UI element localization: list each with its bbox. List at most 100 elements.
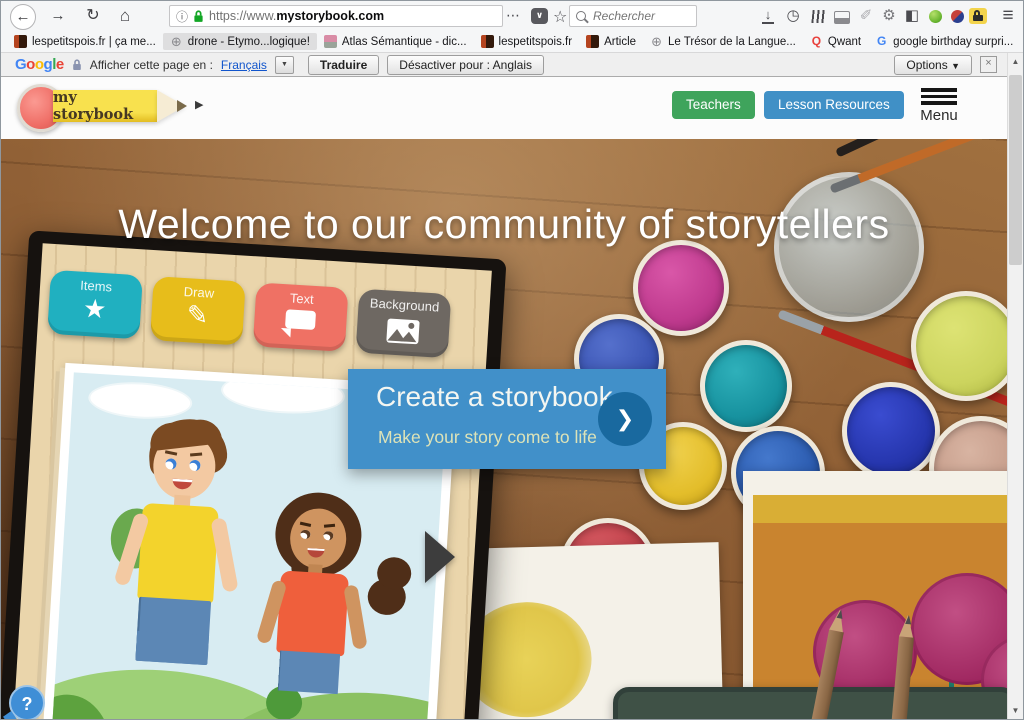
download-icon[interactable]: ↓ — [757, 7, 779, 24]
pencil-lead — [905, 615, 912, 624]
bookmark-label: Qwant — [828, 36, 861, 48]
favicon-article — [586, 35, 599, 48]
create-storybook-cta[interactable]: Create a storybook Make your story come … — [348, 369, 666, 469]
menu-button[interactable]: Menu — [918, 85, 960, 124]
menu-icon[interactable]: ≡ — [997, 7, 1019, 25]
translate-label: Afficher cette page en : — [90, 58, 213, 72]
library-icon[interactable] — [807, 7, 829, 23]
tablet-draw-button: Draw ✎ — [150, 276, 246, 345]
scroll-up-icon[interactable]: ▲ — [1008, 57, 1023, 66]
crayon-yellow-band — [753, 495, 1007, 523]
site-logo[interactable]: my storybook ▶ — [17, 83, 217, 129]
speech-bubble-tail — [280, 328, 291, 338]
https-lock-icon[interactable] — [193, 10, 204, 23]
close-translate-icon[interactable]: × — [980, 56, 997, 73]
logo-pencil-lead — [177, 100, 187, 112]
scroll-down-icon[interactable]: ▼ — [1008, 706, 1023, 715]
reload-button[interactable]: ↻ — [81, 4, 105, 28]
star-icon: ★ — [48, 291, 142, 327]
paint-pot-pink — [633, 240, 729, 336]
tablet-illustration: Items ★ Draw ✎ Text Background — [1, 230, 507, 719]
logo-cursor-icon: ▶ — [195, 98, 203, 111]
bookmark-item[interactable]: ⊕ drone - Etymo...logique! — [163, 33, 317, 50]
girl-jeans — [278, 651, 340, 695]
tablet-button-label: Background — [358, 295, 451, 316]
bookmark-item[interactable]: Atlas Sémantique - dic... — [317, 33, 474, 50]
search-input[interactable] — [591, 8, 690, 24]
disable-translate-button[interactable]: Désactiver pour : Anglais — [387, 55, 544, 75]
page-info-icon[interactable]: ⓘ — [176, 8, 188, 25]
screenshot-glyph — [834, 11, 850, 24]
google-logo: Google — [15, 56, 64, 73]
url-bar[interactable]: ⓘ https://www.mystorybook.com — [169, 5, 503, 27]
cta-arrow-button[interactable]: ❯ — [598, 392, 652, 446]
search-icon — [576, 11, 586, 21]
girl-arm — [343, 584, 367, 649]
bookmark-item[interactable]: QQwant — [803, 33, 868, 50]
bookmark-item[interactable]: ⊕ Le Trésor de la Langue... — [643, 33, 803, 50]
tablet-button-row: Items ★ Draw ✎ Text Background — [47, 270, 451, 358]
hero-title: Welcome to our community of storytellers — [1, 201, 1007, 248]
bookmark-label: lespetitspois.fr | ça me... — [32, 36, 156, 48]
language-link[interactable]: Français — [221, 58, 267, 72]
paint-pot-royalblue — [842, 382, 940, 480]
extension-sphere-glyph — [951, 10, 964, 23]
bookmark-item[interactable]: lespetitspois.fr | ça me... — [7, 33, 163, 50]
settings-icon[interactable]: ⚙ — [878, 7, 900, 25]
options-label: Options — [906, 58, 947, 72]
crayon-drawing-paper — [743, 471, 1007, 719]
bookmark-label: Le Trésor de la Langue... — [668, 36, 796, 48]
extension-green-glyph — [929, 10, 942, 23]
forward-button[interactable]: → — [46, 4, 70, 28]
pen-icon[interactable]: ✐ — [855, 7, 877, 25]
bookmark-label: Article — [604, 36, 636, 48]
sidebar-icon[interactable]: ◧ — [901, 7, 923, 25]
tablet-text-button: Text — [253, 282, 349, 351]
translate-options-button[interactable]: Options ▼ — [894, 55, 972, 75]
browser-window: ← → ↻ ⌂ ⓘ https://www.mystorybook.com ⋯ … — [0, 0, 1024, 720]
girl-character — [256, 490, 392, 719]
pocket-icon[interactable]: ∨ — [531, 8, 548, 24]
translate-lock-icon — [72, 59, 82, 71]
url-domain: mystorybook.com — [276, 9, 384, 23]
tablet-background-button: Background — [356, 289, 452, 358]
extension-sphere-icon[interactable] — [946, 7, 968, 23]
back-button[interactable]: ← — [10, 4, 36, 30]
screenshot-icon[interactable] — [831, 7, 853, 24]
library-glyph — [811, 10, 825, 23]
help-button[interactable]: ? — [9, 685, 45, 719]
teachers-button[interactable]: Teachers — [672, 91, 755, 119]
bookmark-item[interactable]: WWikipédia, l'encyclopé... — [1020, 33, 1024, 50]
lesson-resources-button[interactable]: Lesson Resources — [764, 91, 904, 119]
scrollbar[interactable]: ▲ ▼ — [1007, 53, 1023, 719]
paint-pot-teal — [700, 340, 792, 432]
bookmark-label: drone - Etymo...logique! — [188, 36, 310, 48]
bookmark-star-icon[interactable]: ☆ — [553, 7, 567, 27]
bookmark-label: lespetitspois.fr — [499, 36, 573, 48]
cta-title: Create a storybook — [376, 381, 613, 413]
extension-lock-icon[interactable] — [967, 7, 989, 24]
home-button[interactable]: ⌂ — [113, 4, 137, 28]
bookmark-item[interactable]: Article — [579, 33, 643, 50]
tablet-items-button: Items ★ — [47, 270, 143, 339]
extension-green-icon[interactable] — [924, 7, 946, 23]
translate-button[interactable]: Traduire — [308, 55, 379, 75]
girl-shirt — [276, 570, 349, 656]
download-glyph: ↓ — [762, 9, 774, 24]
scrollbar-thumb[interactable] — [1009, 75, 1022, 265]
bookmark-item[interactable]: lespetitspois.fr — [474, 33, 580, 50]
site-header: my storybook ▶ Teachers Lesson Resources… — [1, 77, 1023, 139]
translate-bar: Google Afficher cette page en : Français… — [1, 53, 1023, 77]
favicon-globe: ⊕ — [170, 35, 183, 48]
page-actions-icon[interactable]: ⋯ — [506, 7, 520, 24]
bookmarks-bar: lespetitspois.fr | ça me... ⊕ drone - Ety… — [1, 31, 1023, 53]
language-dropdown[interactable]: ▼ — [275, 56, 294, 74]
speech-bubble-icon — [285, 309, 316, 330]
history-icon[interactable]: ◷ — [782, 7, 804, 25]
url-text: https://www.mystorybook.com — [209, 9, 384, 23]
search-bar[interactable] — [569, 5, 697, 27]
url-prefix: https://www. — [209, 9, 276, 23]
favicon-globe: ⊕ — [650, 35, 663, 48]
bookmark-item[interactable]: Ggoogle birthday surpri... — [868, 33, 1020, 50]
slate-board — [613, 687, 1007, 719]
